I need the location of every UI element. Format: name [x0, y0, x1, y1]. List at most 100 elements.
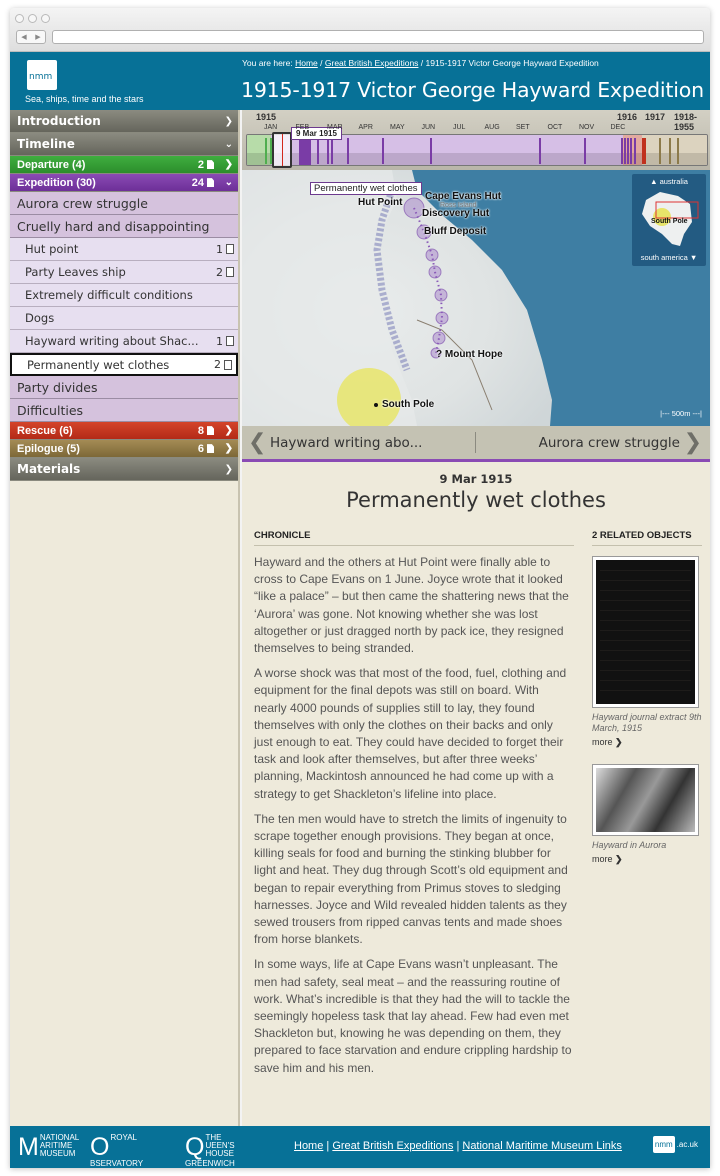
sidebar-item-hut-point[interactable]: Hut point 1	[10, 238, 238, 261]
timeline-month-label[interactable]: SET	[516, 124, 530, 131]
timeline-event-marker[interactable]	[430, 138, 432, 164]
timeline-month-label[interactable]: APR	[359, 124, 373, 131]
footer-expeditions-link[interactable]: Great British Expeditions	[332, 1140, 453, 1152]
timeline[interactable]: 1915 9 Mar 1915 JAN FEB MAR APR MAY JUN JUL AUG…	[242, 110, 710, 170]
map-label-cape-evans-hut[interactable]: Cape Evans Hut	[425, 191, 501, 202]
map-label-discovery-hut[interactable]: Discovery Hut	[422, 208, 489, 219]
timeline-month-label[interactable]: NOV	[579, 124, 594, 131]
breadcrumb-home-link[interactable]: Home	[295, 58, 318, 68]
timeline-event-marker[interactable]	[677, 138, 679, 164]
sidebar-item-expedition-30[interactable]: Expedition (30) 24 ⌄	[10, 174, 238, 192]
timeline-event-marker[interactable]	[331, 138, 333, 164]
timeline-event-marker[interactable]	[305, 138, 307, 164]
locator-inset[interactable]: ▲ australia South Pole south america ▼	[632, 174, 706, 266]
related-object[interactable]: Hayward in Aurora more ❯	[592, 764, 702, 865]
timeline-year-label[interactable]: 1918-1955	[674, 112, 710, 132]
breadcrumb: You are here: Home / Great British Exped…	[242, 58, 599, 68]
more-link[interactable]: more ❯	[592, 854, 702, 865]
sidebar-item-party-leaves-ship[interactable]: Party Leaves ship 2	[10, 261, 238, 284]
breadcrumb-expeditions-link[interactable]: Great British Expeditions	[325, 58, 419, 68]
chronicle-paragraph: In some ways, life at Cape Evans wasn’t …	[254, 957, 572, 1075]
tagline: Sea, ships, time and the stars	[25, 94, 144, 104]
expedition-map[interactable]: Permanently wet clothes Hut Point Cape E…	[242, 170, 710, 426]
footer-nmm-links-link[interactable]: National Maritime Museum Links	[462, 1140, 622, 1152]
sidebar-item-party-divides[interactable]: Party divides	[10, 376, 238, 399]
entry-pager: ❮ Hayward writing abo... Aurora crew str…	[242, 426, 710, 462]
forward-arrow-icon[interactable]: ▶	[35, 33, 40, 41]
timeline-month-label[interactable]: OCT	[548, 124, 563, 131]
nmm-site-logo[interactable]: nmm .ac.uk	[652, 1136, 698, 1153]
sidebar-item-introduction[interactable]: Introduction ❯	[10, 110, 238, 133]
journal-page-image	[600, 564, 691, 700]
map-scale: |--- 500m ---|	[660, 409, 702, 418]
timeline-month-label[interactable]: MAR	[327, 124, 343, 131]
timeline-month-label[interactable]: AUG	[485, 124, 500, 131]
timeline-event-marker[interactable]	[627, 138, 629, 164]
map-label-south-pole[interactable]: South Pole	[382, 399, 434, 410]
timeline-month-label[interactable]: JUL	[453, 124, 465, 131]
browser-window: ◀ ▶ nmm Sea, ships, time and the stars Y…	[10, 8, 710, 1168]
timeline-event-marker[interactable]	[644, 138, 646, 164]
timeline-event-marker[interactable]	[302, 138, 304, 164]
timeline-event-marker[interactable]	[630, 138, 632, 164]
address-bar[interactable]	[52, 30, 704, 44]
related-object[interactable]: Hayward journal extract 9th March, 1915 …	[592, 556, 702, 748]
sidebar-item-rescue-6[interactable]: Rescue (6) 8 ❯	[10, 422, 238, 440]
timeline-event-marker[interactable]	[621, 138, 623, 164]
sidebar-item-materials[interactable]: Materials ❯	[10, 458, 238, 481]
timeline-event-marker[interactable]	[659, 138, 661, 164]
back-arrow-icon[interactable]: ◀	[21, 33, 26, 41]
timeline-event-marker[interactable]	[539, 138, 541, 164]
logo-text: nmm	[29, 72, 53, 82]
sidebar-item-label: Hut point	[25, 242, 79, 256]
timeline-month-label[interactable]: FEB	[296, 124, 310, 131]
nmm-logo[interactable]: nmm	[27, 60, 57, 90]
timeline-year-label[interactable]: 1916	[617, 112, 637, 122]
site-header: nmm Sea, ships, time and the stars You a…	[10, 52, 710, 110]
timeline-year-label[interactable]: 1917	[645, 112, 665, 122]
zoom-window-button[interactable]	[41, 14, 50, 23]
timeline-event-marker[interactable]	[265, 138, 267, 164]
timeline-month-label[interactable]: JAN	[264, 124, 277, 131]
timeline-event-marker[interactable]	[669, 138, 671, 164]
inset-nav-down[interactable]: south america ▼	[632, 253, 706, 262]
more-link[interactable]: more ❯	[592, 737, 702, 748]
next-entry-button[interactable]: Aurora crew struggle ❯	[476, 426, 711, 459]
timeline-event-marker[interactable]	[584, 138, 586, 164]
prev-entry-button[interactable]: ❮ Hayward writing abo...	[242, 430, 476, 455]
sidebar-item-cruelly-hard-and-disappointing[interactable]: Cruelly hard and disappointing	[10, 215, 238, 238]
footer-home-link[interactable]: Home	[294, 1140, 323, 1152]
national-maritime-museum-logo[interactable]: M NATIONAL ARITIME MUSEUM	[18, 1134, 79, 1161]
journal-extract-thumbnail[interactable]	[592, 556, 699, 708]
royal-observatory-logo[interactable]: OROYALBSERVATORYGREENWICH	[90, 1134, 143, 1169]
timeline-month-label[interactable]: JUN	[422, 124, 436, 131]
sidebar-item-departure-4[interactable]: Departure (4) 2 ❯	[10, 156, 238, 174]
item-count: 6	[198, 443, 214, 455]
sidebar-item-dogs[interactable]: Dogs	[10, 307, 238, 330]
sidebar-item-aurora-crew-struggle[interactable]: Aurora crew struggle	[10, 192, 238, 215]
timeline-event-marker[interactable]	[309, 138, 311, 164]
sidebar-item-timeline[interactable]: Timeline ⌄	[10, 133, 238, 156]
timeline-event-marker[interactable]	[624, 138, 626, 164]
timeline-scrubber-handle[interactable]	[272, 132, 292, 168]
minimize-window-button[interactable]	[28, 14, 37, 23]
sidebar-item-epilogue-5[interactable]: Epilogue (5) 6 ❯	[10, 440, 238, 458]
hayward-photo-thumbnail[interactable]	[592, 764, 699, 836]
related-caption: Hayward in Aurora	[592, 840, 667, 850]
sidebar-item-permanently-wet-clothes[interactable]: Permanently wet clothes 2	[10, 353, 238, 376]
timeline-month-label[interactable]: DEC	[611, 124, 626, 131]
queens-house-logo[interactable]: Q THE UEEN'S HOUSE GREENWICH	[185, 1134, 245, 1168]
timeline-event-marker[interactable]	[382, 138, 384, 164]
map-label-bluff-deposit[interactable]: Bluff Deposit	[424, 226, 486, 237]
timeline-event-marker[interactable]	[634, 138, 636, 164]
map-label-mount-hope[interactable]: ? Mount Hope	[436, 349, 503, 360]
timeline-event-marker[interactable]	[317, 138, 319, 164]
close-window-button[interactable]	[15, 14, 24, 23]
timeline-month-label[interactable]: MAY	[390, 124, 405, 131]
map-label-hut-point[interactable]: Hut Point	[358, 197, 402, 208]
sidebar-item-difficulties[interactable]: Difficulties	[10, 399, 238, 422]
sidebar-item-hayward-writing-about-shac[interactable]: Hayward writing about Shac... 1	[10, 330, 238, 353]
timeline-event-marker[interactable]	[327, 138, 329, 164]
timeline-event-marker[interactable]	[347, 138, 349, 164]
sidebar-item-extremely-difficult-conditions[interactable]: Extremely difficult conditions	[10, 284, 238, 307]
